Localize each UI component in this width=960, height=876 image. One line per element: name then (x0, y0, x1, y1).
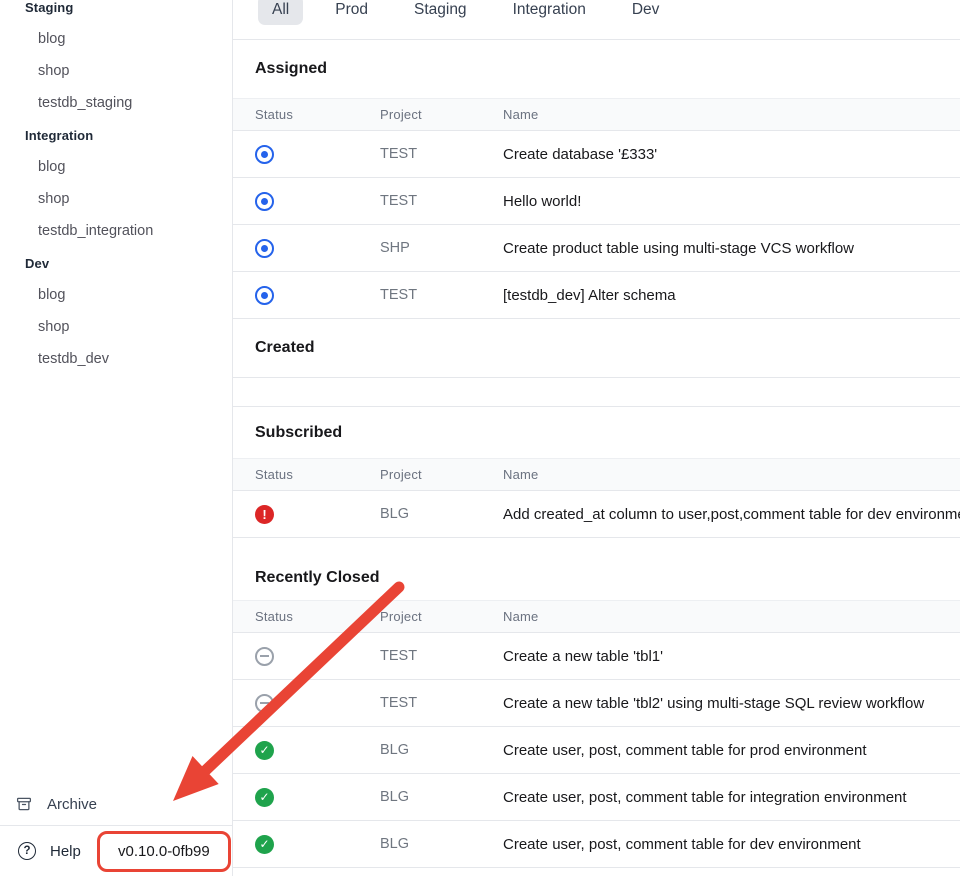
issue-row[interactable]: BLG Add created_at column to user,post,c… (233, 491, 960, 538)
help-icon: ? (18, 842, 36, 860)
issue-status-icon (255, 286, 274, 305)
issue-name: Create database '£333' (503, 146, 960, 163)
issue-project: TEST (380, 193, 503, 209)
sidebar-db-dev-blog[interactable]: blog (0, 279, 232, 311)
issue-status-icon (255, 835, 274, 854)
issue-row[interactable]: TEST Hello world! (233, 178, 960, 225)
env-group-integration: Integration (0, 119, 232, 151)
issue-row[interactable]: TEST Create a new table 'tbl2' using mul… (233, 680, 960, 727)
issue-name: Create user, post, comment table for dev… (503, 836, 960, 853)
archive-icon (15, 795, 33, 813)
table-header: Status Project Name (233, 98, 960, 131)
table-header: Status Project Name (233, 600, 960, 633)
sidebar: Staging blog shop testdb_staging Integra… (0, 0, 233, 876)
col-project: Project (380, 467, 503, 482)
help-button[interactable]: ? Help (18, 842, 81, 860)
version-badge: v0.10.0-0fb99 (97, 831, 231, 872)
section-title-created: Created (233, 319, 960, 377)
issue-project: TEST (380, 695, 503, 711)
issue-project: BLG (380, 742, 503, 758)
issue-status-icon (255, 505, 274, 524)
col-status: Status (255, 107, 380, 122)
sidebar-db-testdb-integration[interactable]: testdb_integration (0, 215, 232, 247)
env-group-dev: Dev (0, 247, 232, 279)
sidebar-db-integration-blog[interactable]: blog (0, 151, 232, 183)
issue-row[interactable]: BLG Create user, post, comment table for… (233, 774, 960, 821)
tab-prod[interactable]: Prod (321, 0, 382, 25)
issue-name: Create a new table 'tbl2' using multi-st… (503, 695, 960, 712)
issue-name: Create a new table 'tbl1' (503, 648, 960, 665)
issue-name: Hello world! (503, 193, 960, 210)
issue-name: Create user, post, comment table for pro… (503, 742, 960, 759)
tab-all[interactable]: All (258, 0, 303, 25)
col-name: Name (503, 609, 960, 624)
issue-row[interactable]: BLG Create user, post, comment table for… (233, 727, 960, 774)
env-group-staging: Staging (0, 0, 232, 23)
sidebar-db-testdb-staging[interactable]: testdb_staging (0, 87, 232, 119)
issue-project: TEST (380, 146, 503, 162)
issue-name: Add created_at column to user,post,comme… (503, 506, 960, 523)
sidebar-db-dev-shop[interactable]: shop (0, 311, 232, 343)
issue-row[interactable]: BLG Create user, post, comment table for… (233, 821, 960, 868)
issue-row[interactable]: TEST [testdb_dev] Alter schema (233, 272, 960, 319)
empty-table-created (233, 377, 960, 407)
issue-name: Create user, post, comment table for int… (503, 789, 960, 806)
issue-row[interactable]: TEST Create a new table 'tbl1' (233, 633, 960, 680)
issue-project: SHP (380, 240, 503, 256)
help-label: Help (50, 843, 81, 860)
issue-project: TEST (380, 648, 503, 664)
database-tree: Staging blog shop testdb_staging Integra… (0, 0, 232, 375)
issue-name: Create product table using multi-stage V… (503, 240, 960, 257)
section-title-subscribed: Subscribed (233, 407, 960, 458)
issue-status-icon (255, 741, 274, 760)
help-row: ? Help v0.10.0-0fb99 (0, 825, 232, 876)
issue-status-icon (255, 145, 274, 164)
issue-row[interactable]: TEST Create database '£333' (233, 131, 960, 178)
sidebar-footer: Archive ? Help v0.10.0-0fb99 (0, 783, 232, 876)
issue-project: BLG (380, 789, 503, 805)
col-project: Project (380, 609, 503, 624)
col-name: Name (503, 467, 960, 482)
issue-name: [testdb_dev] Alter schema (503, 287, 960, 304)
archive-label: Archive (47, 796, 97, 813)
col-status: Status (255, 467, 380, 482)
issue-status-icon (255, 647, 274, 666)
sidebar-db-staging-blog[interactable]: blog (0, 23, 232, 55)
sidebar-db-testdb-dev[interactable]: testdb_dev (0, 343, 232, 375)
main-content: All Prod Staging Integration Dev Assigne… (233, 0, 960, 876)
issue-status-icon (255, 788, 274, 807)
section-title-assigned: Assigned (233, 40, 960, 98)
issue-project: TEST (380, 287, 503, 303)
tab-staging[interactable]: Staging (400, 0, 481, 25)
archive-button[interactable]: Archive (0, 783, 232, 825)
tab-integration[interactable]: Integration (499, 0, 600, 25)
table-header: Status Project Name (233, 458, 960, 491)
col-project: Project (380, 107, 503, 122)
col-status: Status (255, 609, 380, 624)
sidebar-db-staging-shop[interactable]: shop (0, 55, 232, 87)
sidebar-db-integration-shop[interactable]: shop (0, 183, 232, 215)
tab-dev[interactable]: Dev (618, 0, 674, 25)
issue-status-icon (255, 694, 274, 713)
app-window: Staging blog shop testdb_staging Integra… (0, 0, 960, 876)
issue-project: BLG (380, 506, 503, 522)
issue-project: BLG (380, 836, 503, 852)
section-title-recently-closed: Recently Closed (233, 538, 960, 600)
environment-tabbar: All Prod Staging Integration Dev (233, 0, 960, 40)
issue-status-icon (255, 239, 274, 258)
col-name: Name (503, 107, 960, 122)
issue-status-icon (255, 192, 274, 211)
issue-row[interactable]: SHP Create product table using multi-sta… (233, 225, 960, 272)
